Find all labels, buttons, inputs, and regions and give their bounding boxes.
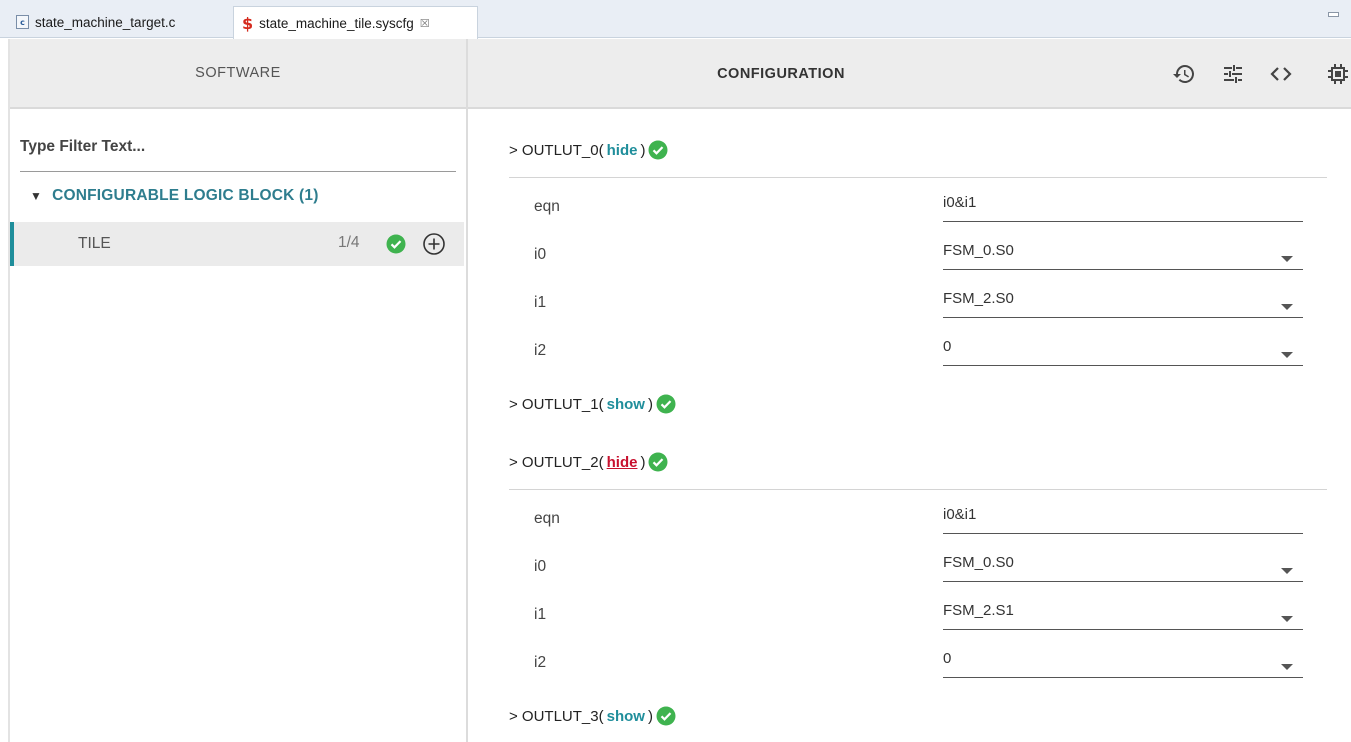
close-icon[interactable]: ☒ (420, 17, 430, 30)
field-select-i2[interactable]: 0 (943, 336, 1303, 366)
code-icon[interactable] (1268, 61, 1294, 87)
section-divider (509, 177, 1327, 178)
software-panel-header: SOFTWARE (10, 39, 466, 109)
tab-label: state_machine_target.c (35, 14, 176, 30)
chevron-down-icon (1281, 304, 1293, 310)
section-title-suffix: ) (640, 141, 646, 159)
syscfg-file-icon: $ (242, 13, 254, 33)
tile-count: 1/4 (338, 234, 360, 251)
field-input-eqn[interactable]: i0&i1 (943, 504, 1303, 534)
section-divider (509, 489, 1327, 490)
group-label: CONFIGURABLE LOGIC BLOCK (1) (52, 187, 319, 204)
field-value: 0 (943, 650, 952, 667)
section-title: > OUTLUT_3( (509, 707, 604, 725)
field-select-i1[interactable]: FSM_2.S1 (943, 600, 1303, 630)
editor-tab-bar: c state_machine_target.c $ state_machine… (0, 0, 1351, 39)
history-icon[interactable] (1171, 61, 1197, 87)
section-title: > OUTLUT_1( (509, 395, 604, 413)
chip-icon[interactable] (1325, 61, 1351, 87)
section-header-outlut-2: > OUTLUT_2(hide) (509, 452, 668, 472)
expand-triangle-icon[interactable]: ▼ (30, 189, 42, 203)
toggle-show-link[interactable]: show (607, 708, 645, 725)
section-title: > OUTLUT_2( (509, 453, 604, 471)
configuration-title: CONFIGURATION (717, 66, 845, 82)
field-value: i0&i1 (943, 506, 977, 523)
check-circle-icon (386, 234, 406, 259)
tile-label: TILE (78, 235, 111, 252)
field-label-i0: i0 (534, 246, 547, 263)
toggle-show-link[interactable]: show (607, 396, 645, 413)
check-circle-icon (648, 140, 668, 160)
check-circle-icon (656, 394, 676, 414)
tab-label: state_machine_tile.syscfg (259, 15, 414, 31)
panel-divider[interactable] (466, 39, 468, 742)
field-select-i2[interactable]: 0 (943, 648, 1303, 678)
field-input-eqn[interactable]: i0&i1 (943, 192, 1303, 222)
section-title-suffix: ) (640, 453, 646, 471)
toggle-hide-link[interactable]: hide (607, 142, 638, 159)
tree-item-tile[interactable]: TILE 1/4 (10, 222, 464, 266)
chevron-down-icon (1281, 568, 1293, 574)
chevron-down-icon (1281, 616, 1293, 622)
tab-state-machine-target[interactable]: c state_machine_target.c (8, 6, 232, 38)
field-value: FSM_2.S0 (943, 290, 1014, 307)
check-circle-icon (648, 452, 668, 472)
chevron-down-icon (1281, 664, 1293, 670)
field-label-i2: i2 (534, 654, 547, 671)
field-value: FSM_0.S0 (943, 554, 1014, 571)
group-configurable-logic-block[interactable]: ▼ CONFIGURABLE LOGIC BLOCK (1) (30, 187, 319, 205)
section-header-outlut-0: > OUTLUT_0(hide) (509, 140, 668, 160)
field-select-i1[interactable]: FSM_2.S0 (943, 288, 1303, 318)
section-title-suffix: ) (647, 707, 653, 725)
section-title: > OUTLUT_0( (509, 141, 604, 159)
minimize-button[interactable] (1328, 12, 1339, 17)
chevron-down-icon (1281, 256, 1293, 262)
field-value: i0&i1 (943, 194, 977, 211)
field-label-i1: i1 (534, 606, 547, 623)
field-select-i0[interactable]: FSM_0.S0 (943, 240, 1303, 270)
tab-state-machine-tile[interactable]: $ state_machine_tile.syscfg ☒ (233, 6, 478, 39)
chevron-down-icon (1281, 352, 1293, 358)
field-label-i1: i1 (534, 294, 547, 311)
field-label-eqn: eqn (534, 198, 560, 215)
field-value: 0 (943, 338, 952, 355)
field-label-i2: i2 (534, 342, 547, 359)
software-title: SOFTWARE (195, 65, 281, 81)
check-circle-icon (656, 706, 676, 726)
sliders-icon[interactable] (1220, 61, 1246, 87)
field-value: FSM_2.S1 (943, 602, 1014, 619)
filter-input[interactable]: Type Filter Text... (20, 128, 456, 172)
configuration-panel-header: CONFIGURATION (468, 39, 1351, 109)
field-select-i0[interactable]: FSM_0.S0 (943, 552, 1303, 582)
field-label-i0: i0 (534, 558, 547, 575)
section-header-outlut-1: > OUTLUT_1(show) (509, 394, 676, 414)
section-header-outlut-3: > OUTLUT_3(show) (509, 706, 676, 726)
toggle-hide-link[interactable]: hide (607, 454, 638, 471)
c-file-icon: c (16, 15, 29, 29)
field-value: FSM_0.S0 (943, 242, 1014, 259)
section-title-suffix: ) (647, 395, 653, 413)
add-circle-icon[interactable] (422, 232, 446, 261)
field-label-eqn: eqn (534, 510, 560, 527)
left-border (8, 39, 10, 742)
